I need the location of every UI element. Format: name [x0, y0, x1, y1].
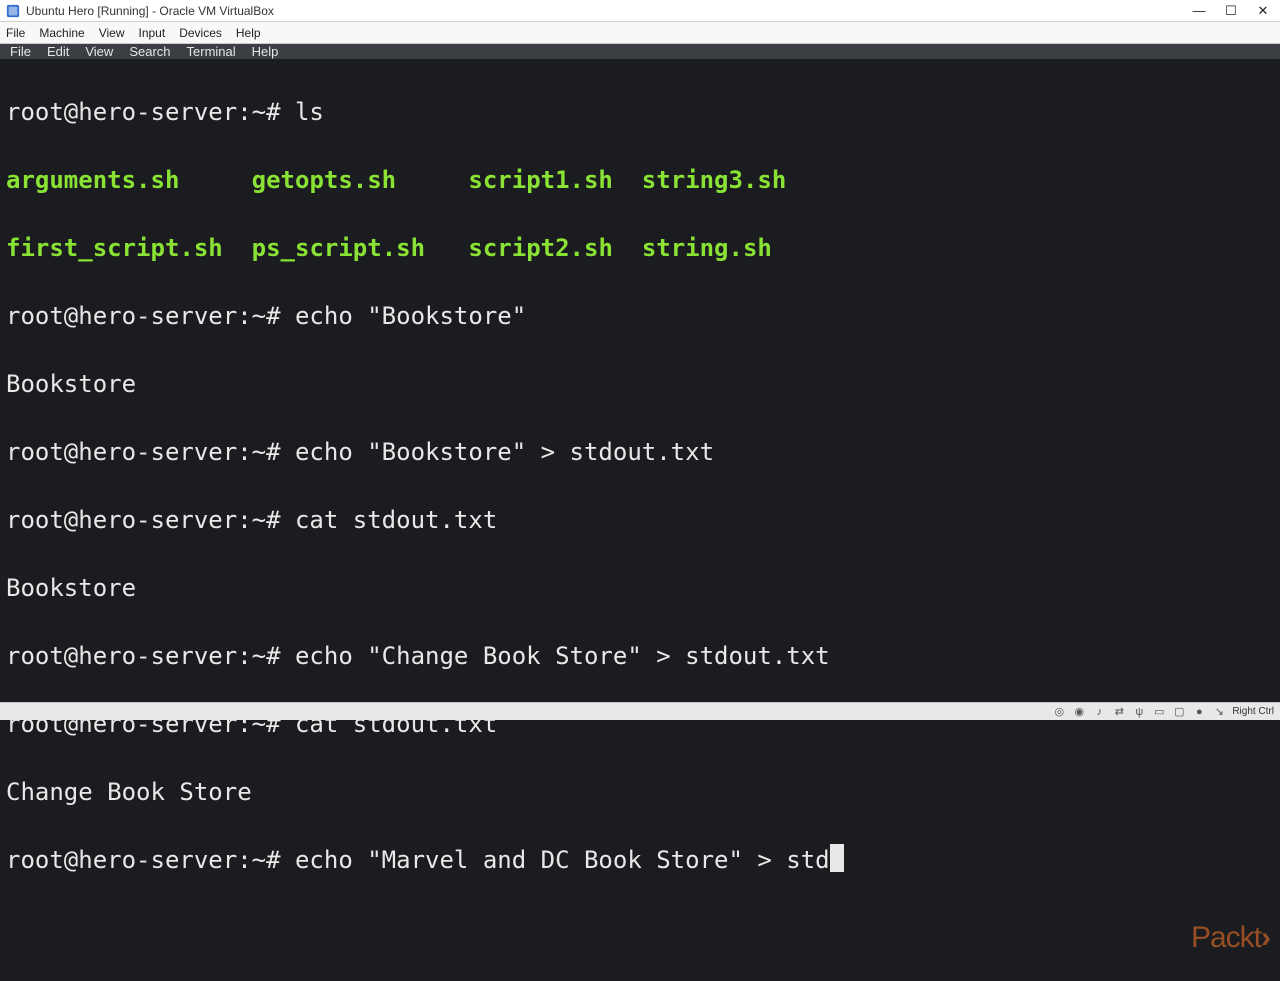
virtualbox-titlebar: Ubuntu Hero [Running] - Oracle VM Virtua… [0, 0, 1280, 22]
terminal-output: Bookstore [6, 367, 1274, 401]
virtualbox-menubar[interactable]: File Machine View Input Devices Help [0, 22, 1280, 44]
term-menu-terminal[interactable]: Terminal [187, 44, 236, 59]
file: getopts.sh [252, 166, 397, 194]
terminal-line: root@hero-server:~# ls [6, 95, 1274, 129]
terminal-output: Change Book Store [6, 775, 1274, 809]
minimize-button[interactable]: — [1192, 4, 1206, 18]
terminal-viewport[interactable]: root@hero-server:~# ls arguments.sh geto… [0, 59, 1280, 981]
window-title: Ubuntu Hero [Running] - Oracle VM Virtua… [26, 4, 1192, 18]
file: string3.sh [642, 166, 787, 194]
terminal-line: root@hero-server:~# echo "Bookstore" > s… [6, 435, 1274, 469]
maximize-button[interactable]: ☐ [1224, 4, 1238, 18]
vb-menu-view[interactable]: View [99, 26, 125, 40]
prompt: root@hero-server:~# [6, 438, 295, 466]
vb-menu-machine[interactable]: Machine [39, 26, 84, 40]
host-key-label: Right Ctrl [1232, 706, 1274, 717]
cmd-echo-partial: echo "Marvel and DC Book Store" > std [295, 846, 830, 874]
vb-menu-help[interactable]: Help [236, 26, 261, 40]
prompt: root@hero-server:~# [6, 302, 295, 330]
file: first_script.sh [6, 234, 223, 262]
terminal-line: root@hero-server:~# cat stdout.txt [6, 503, 1274, 537]
window-controls: — ☐ ✕ [1192, 4, 1274, 18]
optical-icon[interactable]: ◉ [1072, 705, 1086, 719]
file: arguments.sh [6, 166, 179, 194]
cmd-echo: echo "Bookstore" [295, 302, 526, 330]
cmd-echo-redirect: echo "Bookstore" > stdout.txt [295, 438, 714, 466]
terminal-line: root@hero-server:~# echo "Bookstore" [6, 299, 1274, 333]
vb-menu-file[interactable]: File [6, 26, 25, 40]
hard-disk-icon[interactable]: ◎ [1052, 705, 1066, 719]
vb-menu-devices[interactable]: Devices [179, 26, 222, 40]
prompt: root@hero-server:~# [6, 846, 295, 874]
close-button[interactable]: ✕ [1256, 4, 1270, 18]
file: ps_script.sh [252, 234, 425, 262]
cursor [830, 844, 844, 872]
virtualbox-icon [6, 4, 20, 18]
virtualbox-statusbar: ◎ ◉ ♪ ⇄ ψ ▭ ▢ ● ↘ Right Ctrl [0, 702, 1280, 720]
terminal-menubar[interactable]: File Edit View Search Terminal Help [0, 44, 1280, 59]
audio-icon[interactable]: ♪ [1092, 705, 1106, 719]
vb-menu-input[interactable]: Input [139, 26, 166, 40]
terminal-line: root@hero-server:~# echo "Marvel and DC … [6, 843, 1274, 877]
term-menu-file[interactable]: File [10, 44, 31, 59]
terminal-window: File Edit View Search Terminal Help root… [0, 44, 1280, 702]
ls-output-row: arguments.sh getopts.sh script1.sh strin… [6, 163, 1274, 197]
cmd-ls: ls [295, 98, 324, 126]
mouse-integration-icon[interactable]: ↘ [1212, 705, 1226, 719]
shared-folder-icon[interactable]: ▭ [1152, 705, 1166, 719]
packt-watermark: Packt› [1191, 921, 1270, 955]
term-menu-search[interactable]: Search [129, 44, 170, 59]
term-menu-edit[interactable]: Edit [47, 44, 69, 59]
cmd-cat: cat stdout.txt [295, 506, 497, 534]
file: script1.sh [468, 166, 613, 194]
file: string.sh [642, 234, 772, 262]
recording-icon[interactable]: ● [1192, 705, 1206, 719]
prompt: root@hero-server:~# [6, 98, 295, 126]
prompt: root@hero-server:~# [6, 642, 295, 670]
terminal-line: root@hero-server:~# echo "Change Book St… [6, 639, 1274, 673]
cmd-echo-redirect: echo "Change Book Store" > stdout.txt [295, 642, 830, 670]
term-menu-view[interactable]: View [85, 44, 113, 59]
usb-icon[interactable]: ψ [1132, 705, 1146, 719]
display-icon[interactable]: ▢ [1172, 705, 1186, 719]
term-menu-help[interactable]: Help [252, 44, 279, 59]
network-icon[interactable]: ⇄ [1112, 705, 1126, 719]
file: script2.sh [468, 234, 613, 262]
ls-output-row: first_script.sh ps_script.sh script2.sh … [6, 231, 1274, 265]
prompt: root@hero-server:~# [6, 506, 295, 534]
terminal-output: Bookstore [6, 571, 1274, 605]
